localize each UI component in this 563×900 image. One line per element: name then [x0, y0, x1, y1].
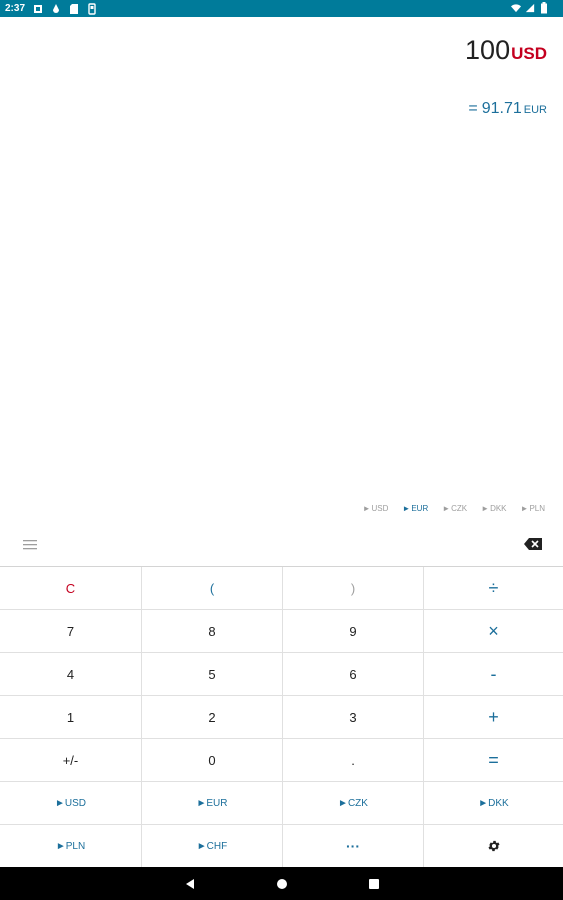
notification-icon — [34, 4, 43, 13]
quick-currency-usd[interactable]: ► USD — [363, 504, 389, 513]
recents-button[interactable] — [367, 877, 381, 891]
quick-currency-eur[interactable]: ► EUR — [402, 504, 428, 513]
signal-icon — [525, 3, 535, 13]
settings-button[interactable] — [424, 825, 563, 868]
digit-3-button[interactable]: 3 — [283, 696, 424, 739]
digit-1-button[interactable]: 1 — [0, 696, 142, 739]
clear-button[interactable]: C — [0, 567, 142, 610]
input-currency[interactable]: USD — [511, 44, 547, 64]
status-time: 2:37 — [5, 3, 26, 14]
wifi-icon — [511, 4, 521, 13]
currency-pln-button[interactable]: ►PLN — [0, 825, 142, 868]
result-currency[interactable]: EUR — [524, 104, 547, 116]
digit-6-button[interactable]: 6 — [283, 653, 424, 696]
storage-icon — [88, 2, 96, 15]
digit-4-button[interactable]: 4 — [0, 653, 142, 696]
digit-0-button[interactable]: 0 — [142, 739, 283, 782]
system-icons — [511, 2, 549, 14]
quick-currency-label: EUR — [411, 504, 429, 513]
quick-currency-label: PLN — [529, 504, 545, 513]
digit-8-button[interactable]: 8 — [142, 610, 283, 653]
quick-currency-czk[interactable]: ► CZK — [442, 504, 467, 513]
gear-icon — [487, 840, 500, 852]
quick-currency-pln[interactable]: ► PLN — [521, 504, 545, 513]
currency-eur-button[interactable]: ►EUR — [142, 782, 283, 825]
digit-5-button[interactable]: 5 — [142, 653, 283, 696]
toolbar — [0, 530, 563, 566]
sd-card-icon — [70, 3, 79, 14]
home-icon — [276, 878, 287, 889]
multiply-button[interactable]: × — [424, 610, 563, 653]
digit-9-button[interactable]: 9 — [283, 610, 424, 653]
notification-icons — [33, 2, 97, 15]
recents-icon — [368, 878, 379, 889]
equals-button[interactable]: = — [424, 739, 563, 782]
quick-currency-label: USD — [371, 504, 389, 513]
play-icon: ► — [402, 504, 411, 513]
menu-icon[interactable] — [22, 538, 38, 552]
quick-currency-label: CZK — [451, 504, 468, 513]
navigation-bar — [0, 867, 563, 900]
close-paren-button[interactable]: ) — [283, 567, 424, 610]
digit-2-button[interactable]: 2 — [142, 696, 283, 739]
currency-dkk-button[interactable]: ►DKK — [424, 782, 563, 825]
play-icon: ► — [481, 504, 490, 513]
back-button[interactable] — [183, 877, 197, 891]
currency-chf-button[interactable]: ►CHF — [142, 825, 283, 868]
quick-currency-dkk[interactable]: ► DKK — [481, 504, 506, 513]
back-icon — [185, 878, 194, 889]
result-line[interactable]: = 91.71 EUR — [468, 100, 547, 118]
quick-currency-label: DKK — [490, 504, 507, 513]
home-button[interactable] — [275, 877, 289, 891]
decimal-button[interactable]: . — [283, 739, 424, 782]
digit-7-button[interactable]: 7 — [0, 610, 142, 653]
input-value: 100 — [465, 35, 511, 65]
quick-currency-row: ► USD ► EUR ► CZK ► DKK ► PLN — [363, 504, 545, 513]
currency-czk-button[interactable]: ►CZK — [283, 782, 424, 825]
result-prefix: = — [468, 100, 478, 117]
input-line[interactable]: 100 USD — [465, 35, 547, 66]
result-value: 91.71 — [481, 100, 522, 117]
play-icon: ► — [362, 504, 371, 513]
conversion-display: 100 USD = 91.71 EUR — [0, 17, 563, 497]
currency-usd-button[interactable]: ►USD — [0, 782, 142, 825]
backspace-icon[interactable] — [523, 537, 543, 551]
play-icon: ► — [520, 504, 529, 513]
status-bar: 2:37 — [0, 0, 563, 17]
divide-button[interactable]: ÷ — [424, 567, 563, 610]
plus-minus-button[interactable]: +/- — [0, 739, 142, 782]
play-icon: ► — [442, 504, 451, 513]
plus-button[interactable]: + — [424, 696, 563, 739]
battery-icon — [541, 2, 547, 14]
more-currencies-button[interactable]: ··· — [283, 825, 424, 868]
drop-icon — [53, 3, 60, 13]
keypad: C ( ) ÷ 7 8 9 × 4 5 6 - 1 2 3 + +/- 0 . … — [0, 566, 563, 868]
minus-button[interactable]: - — [424, 653, 563, 696]
open-paren-button[interactable]: ( — [142, 567, 283, 610]
